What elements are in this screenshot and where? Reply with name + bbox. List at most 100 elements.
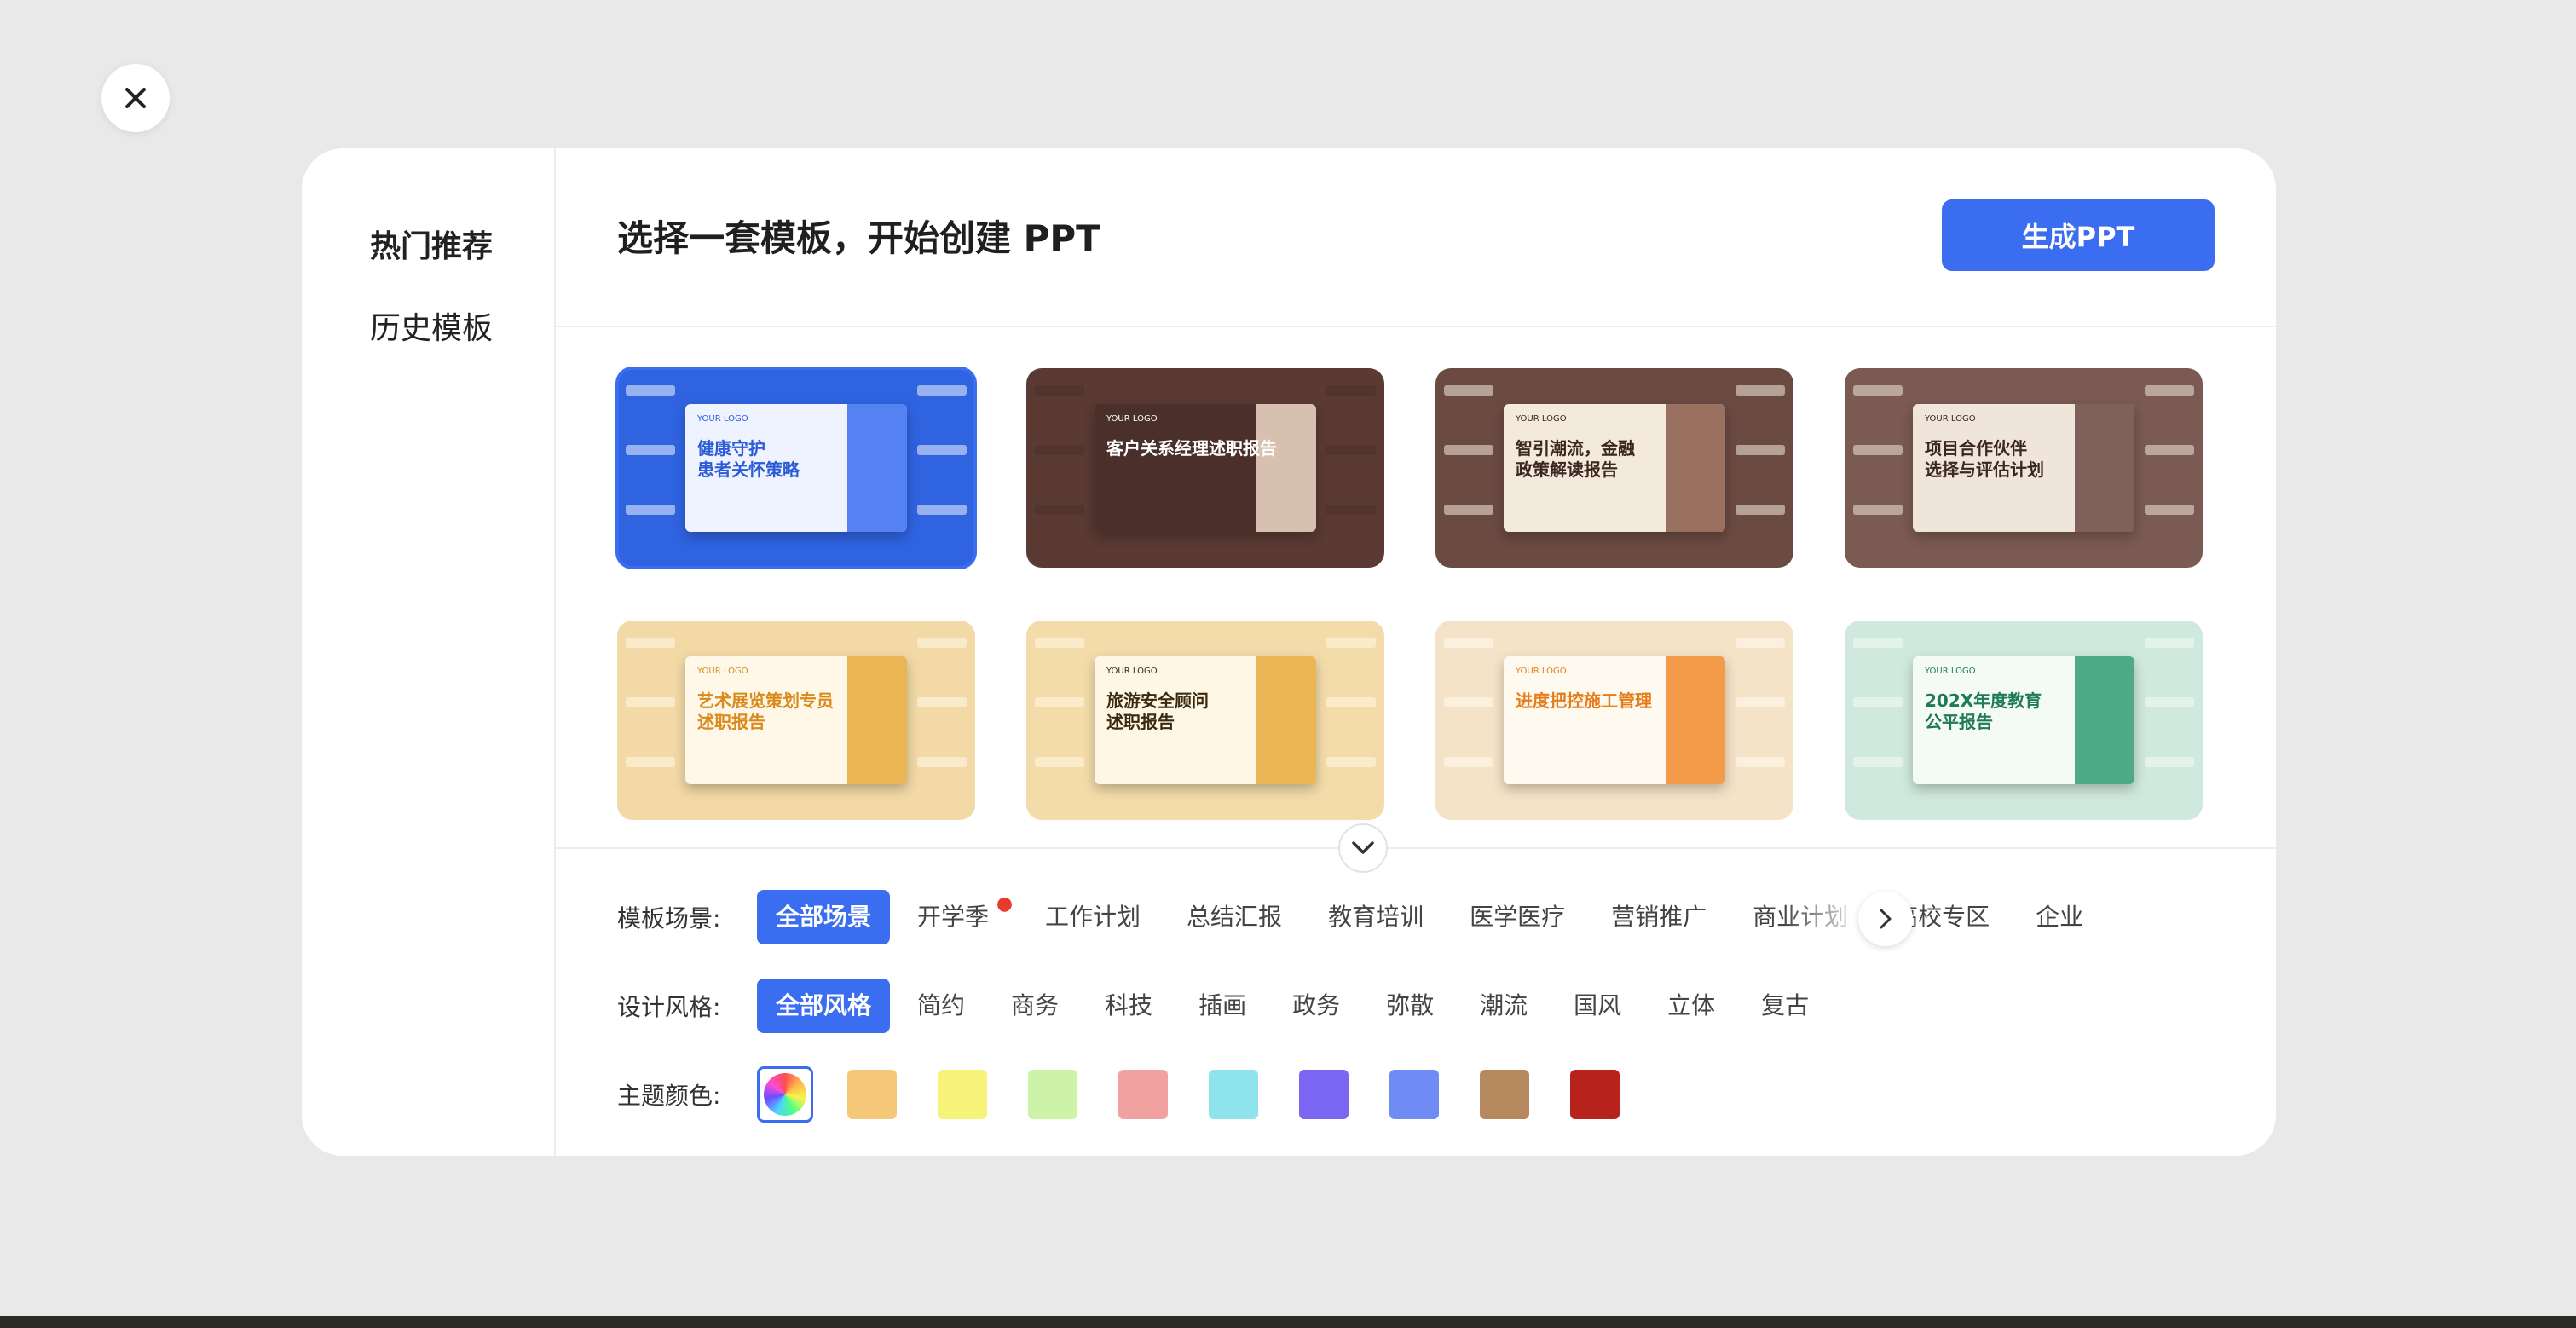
color-swatch[interactable] <box>1480 1070 1529 1119</box>
style-chip-chinese[interactable]: 国风 <box>1555 979 1640 1033</box>
template-thumbnail: YOUR LOGO 项目合作伙伴 选择与评估计划 <box>1913 404 2134 532</box>
thumbnail-decoration <box>1853 385 1903 396</box>
thumbnail-title: 旅游安全顾问 述职报告 <box>1106 690 1209 732</box>
color-swatch[interactable] <box>1209 1070 1258 1119</box>
thumbnail-accent-bar <box>1256 404 1316 532</box>
template-card[interactable]: YOUR LOGO 健康守护 患者关怀策略 <box>615 367 977 569</box>
template-card[interactable]: YOUR LOGO 客户关系经理述职报告 <box>1026 368 1384 568</box>
color-swatch[interactable] <box>1028 1070 1077 1119</box>
chevron-down-icon <box>1352 841 1374 854</box>
thumbnail-decoration <box>2145 638 2194 648</box>
thumbnail-decoration <box>917 385 967 396</box>
style-chip-diffuse[interactable]: 弥散 <box>1367 979 1453 1033</box>
thumbnail-decoration <box>1736 757 1785 767</box>
thumbnail-title: 202X年度教育 公平报告 <box>1925 690 2042 732</box>
style-chip-government[interactable]: 政务 <box>1274 979 1359 1033</box>
thumbnail-decoration <box>626 505 675 515</box>
style-chip-tech[interactable]: 科技 <box>1086 979 1171 1033</box>
thumbnail-title: 项目合作伙伴 选择与评估计划 <box>1925 438 2044 480</box>
main-panel: 选择一套模板，开始创建 PPT 生成PPT YOUR LOGO 健康守护 患者关怀… <box>556 148 2276 1156</box>
template-thumbnail: YOUR LOGO 客户关系经理述职报告 <box>1095 404 1316 532</box>
thumbnail-decoration <box>1736 445 1785 455</box>
thumbnail-logo-text: YOUR LOGO <box>697 414 748 424</box>
thumbnail-decoration <box>1444 757 1493 767</box>
template-card[interactable]: YOUR LOGO 项目合作伙伴 选择与评估计划 <box>1845 368 2203 568</box>
style-chip-all[interactable]: 全部风格 <box>757 979 891 1033</box>
thumbnail-decoration <box>917 638 967 648</box>
style-chip-simple[interactable]: 简约 <box>898 979 984 1033</box>
color-swatch-all[interactable] <box>757 1066 813 1123</box>
template-modal: 热门推荐 历史模板 选择一套模板，开始创建 PPT 生成PPT YOUR LOG… <box>302 148 2276 1156</box>
thumbnail-decoration <box>2145 385 2194 396</box>
chevron-right-icon <box>1880 909 1892 929</box>
template-card[interactable]: YOUR LOGO 旅游安全顾问 述职报告 <box>1026 621 1384 820</box>
template-thumbnail: YOUR LOGO 202X年度教育 公平报告 <box>1913 656 2134 784</box>
style-chip-business[interactable]: 商务 <box>992 979 1077 1033</box>
thumbnail-decoration <box>1326 757 1376 767</box>
thumbnail-decoration <box>1035 385 1084 396</box>
color-swatch[interactable] <box>1570 1070 1620 1119</box>
color-swatch[interactable] <box>847 1070 897 1119</box>
scene-chip-all[interactable]: 全部场景 <box>757 890 891 944</box>
divider <box>556 847 2276 849</box>
template-thumbnail: YOUR LOGO 旅游安全顾问 述职报告 <box>1095 656 1316 784</box>
color-swatch[interactable] <box>1389 1070 1439 1119</box>
thumbnail-decoration <box>1035 445 1084 455</box>
thumbnail-decoration <box>1035 697 1084 707</box>
thumbnail-decoration <box>1853 757 1903 767</box>
template-card[interactable]: YOUR LOGO 艺术展览策划专员 述职报告 <box>617 621 975 820</box>
thumbnail-title: 客户关系经理述职报告 <box>1106 438 1277 459</box>
thumbnail-decoration <box>2145 445 2194 455</box>
color-swatch[interactable] <box>1299 1070 1349 1119</box>
sidebar-item-hot[interactable]: 热门推荐 <box>370 222 493 266</box>
generate-ppt-button[interactable]: 生成PPT <box>1942 199 2215 271</box>
sidebar-item-history[interactable]: 历史模板 <box>370 303 493 348</box>
thumbnail-logo-text: YOUR LOGO <box>1516 414 1567 424</box>
thumbnail-decoration <box>1444 385 1493 396</box>
thumbnail-logo-text: YOUR LOGO <box>697 667 748 676</box>
scene-chip-medical[interactable]: 医学医疗 <box>1451 890 1584 944</box>
bottom-strip <box>0 1316 2576 1328</box>
fire-icon: ● <box>996 893 1014 915</box>
scene-chip-school[interactable]: 开学季 ● <box>898 890 1018 944</box>
thumbnail-accent-bar <box>1666 656 1725 784</box>
expand-button[interactable] <box>1338 823 1388 873</box>
sidebar: 热门推荐 历史模板 <box>302 148 556 1156</box>
thumbnail-title: 进度把控施工管理 <box>1516 690 1652 711</box>
thumbnail-logo-text: YOUR LOGO <box>1106 667 1158 676</box>
template-card[interactable]: YOUR LOGO 进度把控施工管理 <box>1435 621 1793 820</box>
scene-chip-enterprise[interactable]: 企业 <box>2017 890 2102 944</box>
scene-chip-summary[interactable]: 总结汇报 <box>1168 890 1301 944</box>
template-card[interactable]: YOUR LOGO 202X年度教育 公平报告 <box>1845 621 2203 820</box>
thumbnail-decoration <box>1736 697 1785 707</box>
scene-chip-work-plan[interactable]: 工作计划 <box>1026 890 1159 944</box>
color-swatch[interactable] <box>938 1070 987 1119</box>
color-swatch[interactable] <box>1118 1070 1168 1119</box>
thumbnail-decoration <box>1326 385 1376 396</box>
template-card[interactable]: YOUR LOGO 智引潮流，金融 政策解读报告 <box>1435 368 1793 568</box>
template-thumbnail: YOUR LOGO 健康守护 患者关怀策略 <box>685 404 907 532</box>
style-chip-illustration[interactable]: 插画 <box>1180 979 1265 1033</box>
style-filter-label: 设计风格: <box>617 993 721 1021</box>
scene-chip-education[interactable]: 教育培训 <box>1309 890 1442 944</box>
header: 选择一套模板，开始创建 PPT 生成PPT <box>556 148 2276 327</box>
thumbnail-decoration <box>626 385 675 396</box>
scene-scroll-right-button[interactable] <box>1858 892 1913 946</box>
thumbnail-decoration <box>626 757 675 767</box>
thumbnail-decoration <box>917 445 967 455</box>
thumbnail-decoration <box>1035 505 1084 515</box>
thumbnail-title: 艺术展览策划专员 述职报告 <box>697 690 834 732</box>
thumbnail-decoration <box>1035 757 1084 767</box>
style-chip-trendy[interactable]: 潮流 <box>1461 979 1546 1033</box>
thumbnail-decoration <box>1326 505 1376 515</box>
thumbnail-logo-text: YOUR LOGO <box>1925 414 1976 424</box>
style-chip-3d[interactable]: 立体 <box>1649 979 1734 1033</box>
thumbnail-decoration <box>1736 385 1785 396</box>
scene-chip-marketing[interactable]: 营销推广 <box>1592 890 1725 944</box>
style-filter-row: 设计风格: 全部风格 简约 商务 科技 插画 政务 弥散 潮流 国风 立体 复古 <box>617 979 1836 1033</box>
thumbnail-decoration <box>917 757 967 767</box>
style-chip-retro[interactable]: 复古 <box>1742 979 1828 1033</box>
thumbnail-decoration <box>626 638 675 648</box>
thumbnail-decoration <box>1326 638 1376 648</box>
close-button[interactable] <box>101 64 170 132</box>
